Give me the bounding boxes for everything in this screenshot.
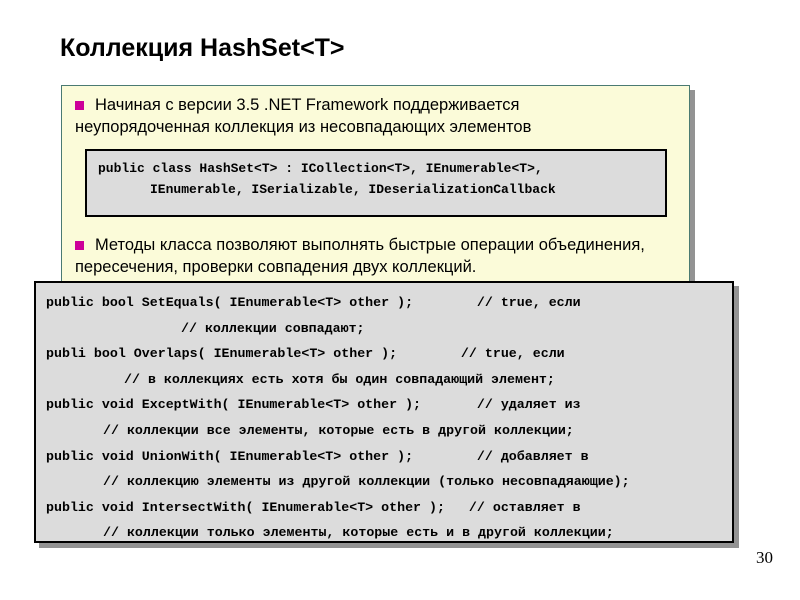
page-number: 30 [756, 548, 773, 567]
content-panel: Начиная с версии 3.5 .NET Framework подд… [61, 85, 690, 290]
declaration-code-block: public class HashSet<T> : ICollection<T>… [85, 149, 667, 217]
bullet-item-2-text: Методы класса позволяют выполнять быстры… [75, 234, 645, 278]
square-bullet-icon [75, 241, 84, 250]
code-line: publi bool Overlaps( IEnumerable<T> othe… [46, 346, 565, 362]
code-line: // коллекции все элементы, которые есть … [103, 422, 574, 438]
bullet-item-1-text: Начиная с версии 3.5 .NET Framework подд… [75, 94, 531, 138]
slide: Коллекция HashSet<T> Начиная с версии 3.… [0, 0, 800, 600]
code-line: // в коллекциях есть хотя бы один совпад… [124, 371, 555, 387]
code-line: IEnumerable, ISerializable, IDeserializa… [150, 182, 556, 197]
bullet-item-2-line1: Методы класса позволяют выполнять быстры… [95, 236, 645, 254]
bullet-item-1-line2: неупорядоченная коллекция из несовпадающ… [75, 118, 532, 136]
bullet-item-2: Методы класса позволяют выполнять быстры… [75, 234, 687, 278]
bullet-item-2-line2: пересечения, проверки совпадения двух ко… [75, 258, 477, 276]
square-bullet-icon [75, 101, 84, 110]
page-title: Коллекция HashSet<T> [60, 34, 345, 62]
code-line: // коллекции только элементы, которые ес… [103, 525, 614, 541]
code-line: // коллекции совпадают; [181, 320, 365, 336]
code-line: public void UnionWith( IEnumerable<T> ot… [46, 448, 589, 464]
code-line: public bool SetEquals( IEnumerable<T> ot… [46, 295, 581, 310]
bullet-item-1-line1: Начиная с версии 3.5 .NET Framework подд… [95, 96, 520, 114]
bullet-item-1: Начиная с версии 3.5 .NET Framework подд… [75, 94, 685, 138]
code-line: public class HashSet<T> : ICollection<T>… [98, 161, 543, 176]
code-line: public void ExceptWith( IEnumerable<T> o… [46, 397, 581, 413]
methods-code-block: public bool SetEquals( IEnumerable<T> ot… [34, 281, 734, 543]
code-line: public void IntersectWith( IEnumerable<T… [46, 499, 581, 515]
code-line: // коллекцию элементы из другой коллекци… [103, 474, 630, 490]
